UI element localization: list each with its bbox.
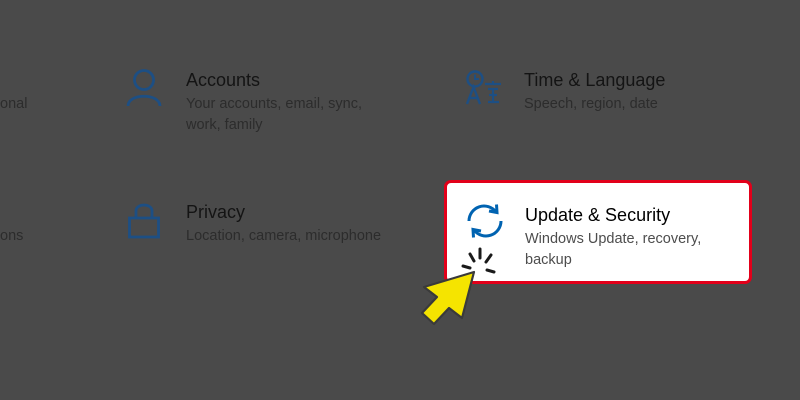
lock-icon	[128, 203, 160, 239]
cut-text-personalization: onal	[0, 96, 28, 112]
tile-title: Update & Security	[525, 205, 671, 225]
settings-tile-accounts[interactable]: Accounts Your accounts, email, sync, wor…	[126, 68, 386, 138]
cut-text-apps: ons	[0, 228, 24, 244]
tile-description: Windows Update, recovery, backup	[525, 231, 702, 268]
sync-icon	[467, 204, 503, 238]
tile-description: Location, camera, microphone	[186, 228, 382, 244]
settings-tile-time-language[interactable]: Time & Language Speech, region, date	[464, 68, 724, 118]
tile-description: Your accounts, email, sync, work, family	[186, 96, 362, 133]
tile-description: Speech, region, date	[524, 96, 658, 112]
click-cursor-icon	[420, 247, 496, 326]
tile-title: Privacy	[186, 202, 246, 222]
tile-title: Accounts	[186, 70, 261, 90]
time-language-icon	[465, 70, 501, 105]
tile-title: Time & Language	[524, 70, 666, 90]
person-icon	[126, 69, 162, 107]
settings-tile-privacy[interactable]: Privacy Location, camera, microphone	[126, 200, 406, 250]
